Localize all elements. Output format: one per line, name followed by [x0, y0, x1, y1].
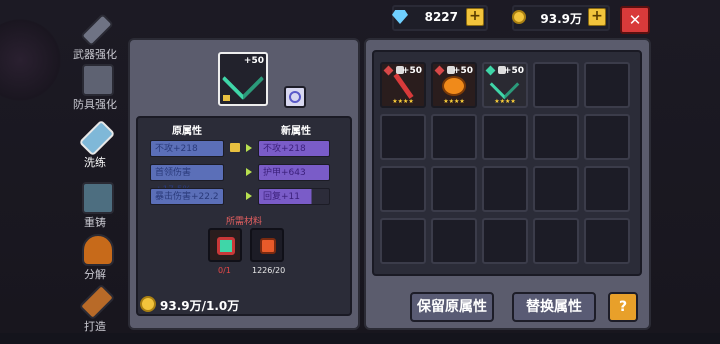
- inventory-panel: +50 ★★★★ +50 ★★★★ +50 ★★★★ 保留原属性 替换属性 ?: [364, 38, 651, 330]
- item-stars: ★★★★: [494, 98, 516, 105]
- inventory-item[interactable]: +50 ★★★★: [482, 62, 528, 108]
- inventory-item[interactable]: +50 ★★★★: [380, 62, 426, 108]
- inventory-slot-empty[interactable]: [431, 114, 477, 160]
- pumpkin-icon: [442, 76, 466, 96]
- inventory-slot-empty[interactable]: [482, 218, 528, 264]
- material-count: 0/1: [218, 266, 231, 275]
- new-attr-title: 新属性: [281, 126, 311, 137]
- tab-reforge[interactable]: 洗练: [60, 118, 130, 180]
- inventory-slot-empty[interactable]: [533, 114, 579, 160]
- new-attr-row: 护甲+643: [258, 164, 330, 181]
- cauldron-icon: [82, 234, 114, 266]
- inventory-slot-empty[interactable]: [380, 218, 426, 264]
- red-staff-icon: [393, 73, 414, 99]
- old-attr-row: 暴击伤害+22.2: [150, 188, 224, 205]
- old-attr-row: 不攻+218: [150, 140, 224, 157]
- magnifier-icon: [289, 91, 301, 103]
- inventory-slot-empty[interactable]: [380, 166, 426, 212]
- tab-label: 分解: [84, 268, 106, 281]
- inventory-slot-empty[interactable]: [482, 114, 528, 160]
- inventory-slot-empty[interactable]: [431, 218, 477, 264]
- stone-material-icon: [260, 238, 276, 254]
- gold-count: 93.9万: [540, 12, 582, 26]
- reforge-icon: [78, 119, 116, 157]
- arrow-icon: [246, 144, 252, 152]
- item-level: +50: [243, 56, 264, 66]
- old-attr-row: 首领伤害+17.5%: [150, 164, 224, 195]
- item-stars: ★★★★: [443, 98, 465, 105]
- keep-original-button[interactable]: 保留原属性: [410, 292, 494, 322]
- close-button[interactable]: ✕: [620, 6, 650, 34]
- tab-label: 重铸: [84, 216, 106, 229]
- inventory-item[interactable]: +50 ★★★★: [431, 62, 477, 108]
- recast-icon: [82, 182, 114, 214]
- tab-armor-upgrade[interactable]: 防具强化: [60, 60, 130, 122]
- help-button[interactable]: ?: [608, 292, 638, 322]
- inventory-slot-empty[interactable]: [533, 166, 579, 212]
- material-count: 1226/20: [252, 266, 286, 275]
- gold-counter: 93.9万 +: [512, 5, 610, 31]
- material-icon: [434, 65, 445, 76]
- item-level: +50: [452, 66, 473, 76]
- reforge-cost: 93.9万/1.0万: [160, 299, 240, 313]
- lock-icon: [230, 143, 240, 152]
- gem-counter: 8227 +: [392, 5, 488, 31]
- add-gold-button[interactable]: +: [588, 8, 606, 26]
- material-slot-2[interactable]: [250, 228, 284, 262]
- inventory-slot-empty[interactable]: [482, 166, 528, 212]
- tab-rail: 武器强化 防具强化 洗练 重铸 分解 打造: [60, 10, 130, 333]
- search-button[interactable]: [284, 86, 306, 108]
- forge-icon: [78, 283, 116, 321]
- replace-attr-button[interactable]: 替换属性: [512, 292, 596, 322]
- material-icon: [383, 65, 394, 76]
- tab-label: 防具强化: [73, 98, 117, 111]
- inventory-slot-empty[interactable]: [533, 62, 579, 108]
- lock-icon: [223, 95, 230, 101]
- inventory-grid: +50 ★★★★ +50 ★★★★ +50 ★★★★: [372, 50, 642, 276]
- new-attr-row: 回复+11: [258, 188, 330, 205]
- item-level: +50: [503, 66, 524, 76]
- inventory-slot-empty[interactable]: [380, 114, 426, 160]
- armor-icon: [82, 64, 114, 96]
- tab-forge[interactable]: 打造: [60, 282, 130, 344]
- close-icon: ✕: [628, 11, 642, 29]
- inventory-slot-empty[interactable]: [584, 218, 630, 264]
- diamond-icon: [392, 10, 408, 24]
- arrow-icon: [246, 168, 252, 176]
- inventory-slot-empty[interactable]: [584, 114, 630, 160]
- material-icon: [485, 65, 496, 76]
- old-attr-title: 原属性: [172, 126, 202, 137]
- tab-label: 打造: [84, 320, 106, 333]
- coin-icon: [140, 296, 156, 312]
- inventory-slot-empty[interactable]: [584, 166, 630, 212]
- selected-item-slot[interactable]: +50: [218, 52, 268, 106]
- item-stars: ★★★★: [392, 98, 414, 105]
- coin-icon: [512, 10, 526, 24]
- item-level: +50: [401, 66, 422, 76]
- inventory-slot-empty[interactable]: [431, 166, 477, 212]
- tab-label: 洗练: [84, 156, 106, 169]
- materials-title: 所需材料: [226, 217, 263, 227]
- material-slot-1[interactable]: [208, 228, 242, 262]
- new-attr-row: 不攻+218: [258, 140, 330, 157]
- sword-icon: [80, 13, 114, 47]
- gem-count: 8227: [424, 10, 458, 24]
- attributes-panel: 原属性 新属性 不攻+218 不攻+218 首领伤害+17.5% 护甲+643 …: [136, 116, 352, 316]
- add-gems-button[interactable]: +: [466, 8, 484, 26]
- reforge-panel: +50 原属性 新属性 不攻+218 不攻+218 首领伤害+17.5% 护甲+…: [128, 38, 360, 330]
- weapon-material-icon: [217, 237, 235, 255]
- inventory-slot-empty[interactable]: [584, 62, 630, 108]
- inventory-slot-empty[interactable]: [533, 218, 579, 264]
- arrow-icon: [246, 192, 252, 200]
